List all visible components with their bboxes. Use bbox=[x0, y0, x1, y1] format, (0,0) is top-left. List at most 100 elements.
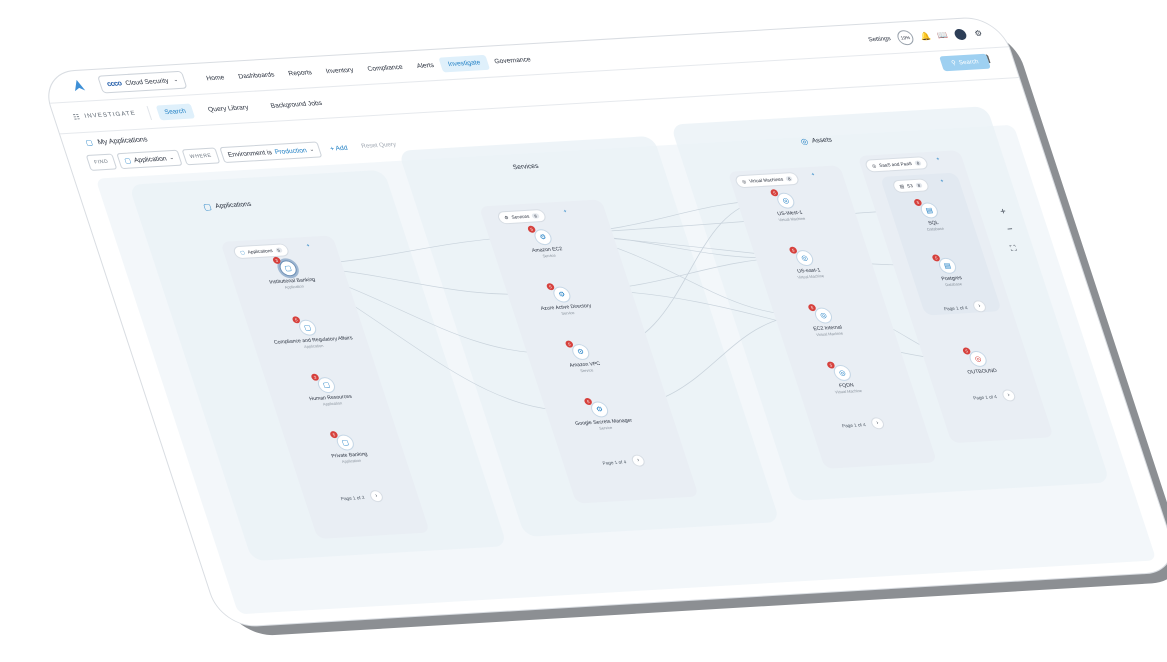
gear-icon[interactable]: ⚙ bbox=[972, 28, 985, 39]
where-keyword: WHERE bbox=[181, 147, 221, 166]
node-us-west-1[interactable]: ◎ 5 US-West-1 Virtual Machine bbox=[745, 189, 830, 224]
nav-inventory[interactable]: Inventory bbox=[316, 62, 362, 79]
section-title-label: INVESTIGATE bbox=[83, 110, 138, 120]
gears-icon: ⚙ 5 bbox=[583, 397, 611, 418]
s3-chip-count: 8 bbox=[914, 182, 923, 188]
nav-dashboards[interactable]: Dashboards bbox=[229, 67, 284, 85]
globe-icon: ◎ 5 bbox=[769, 189, 797, 210]
node-human-resources[interactable]: ▢ 3 Human Resources Application bbox=[286, 373, 371, 408]
window-icon: ▢ 3 bbox=[272, 256, 299, 277]
score-badge[interactable]: 19% bbox=[895, 29, 916, 46]
node-outbound[interactable]: ◎ 5 OUTBOUND bbox=[938, 347, 1021, 377]
filter-value: Production bbox=[273, 146, 308, 156]
link bbox=[560, 208, 917, 235]
entity-select[interactable]: ▢ Application ⌄ bbox=[115, 149, 183, 170]
query-name[interactable]: My Applications bbox=[97, 136, 149, 146]
tab-search[interactable]: Search bbox=[155, 103, 196, 120]
pager-label: Page 1 of 4 bbox=[972, 393, 998, 401]
tab-background-jobs[interactable]: Background Jobs bbox=[261, 95, 331, 114]
node-sql[interactable]: ▤ 5 SQL Database bbox=[889, 198, 974, 233]
search-button[interactable]: ⚲ Search bbox=[939, 53, 991, 72]
node-postgres[interactable]: ▤ 5 Postgres Database bbox=[907, 254, 992, 289]
assets-title-label: Assets bbox=[810, 136, 834, 145]
filter-condition[interactable]: Environment is Production ⌄ bbox=[219, 141, 323, 164]
settings-link[interactable]: Settings bbox=[868, 36, 892, 43]
brand-logo-icon[interactable] bbox=[69, 79, 88, 94]
nav-reports[interactable]: Reports bbox=[279, 64, 321, 81]
node-ec2-internal[interactable]: ◎ 5 EC2 Internal Virtual Machine bbox=[783, 303, 868, 338]
nav-governance[interactable]: Governance bbox=[485, 51, 540, 69]
window-icon: ▢ bbox=[123, 157, 133, 165]
tenant-logo: ccco bbox=[105, 79, 123, 88]
applications-title-label: Applications bbox=[214, 200, 253, 210]
node-us-east-1[interactable]: ◎ 5 US-east-1 Virtual Machine bbox=[764, 246, 849, 281]
applications-chip-label: Applications bbox=[246, 248, 274, 255]
window-icon: ▢ bbox=[239, 249, 246, 255]
gears-icon: ⚙ bbox=[503, 214, 510, 220]
tab-query-library[interactable]: Query Library bbox=[199, 99, 258, 117]
node-fqdn[interactable]: ◎ 5 FQDN Virtual Machine bbox=[802, 361, 887, 396]
nav-compliance[interactable]: Compliance bbox=[358, 59, 412, 77]
investigate-icon: ☷ bbox=[72, 114, 83, 122]
avatar[interactable] bbox=[953, 28, 968, 41]
node-amazon-ec2[interactable]: ⚙ 5 Amazon EC2 Service bbox=[503, 225, 588, 260]
s3-pager: Page 1 of 4 › bbox=[942, 300, 988, 314]
database-icon: ▤ bbox=[898, 183, 905, 189]
assets-title: ◎ Assets bbox=[799, 135, 833, 146]
saas-chip-count: 8 bbox=[914, 160, 923, 166]
reset-query-button[interactable]: Reset Query bbox=[361, 142, 397, 150]
services-chip[interactable]: ⚙ Services 8 bbox=[496, 208, 547, 225]
add-filter-button[interactable]: + Add bbox=[329, 144, 348, 152]
outbound-pager: Page 1 of 4 › bbox=[971, 389, 1017, 403]
node-compliance-regulatory[interactable]: ▢ 5 Compliance and Regulatory Affairs App… bbox=[267, 316, 354, 351]
nav-alerts[interactable]: Alerts bbox=[407, 57, 443, 74]
window-icon: ▢ 5 bbox=[329, 430, 357, 451]
node-azure-ad[interactable]: ⚙ 5 Azure Active Directory Service bbox=[522, 283, 607, 317]
node-google-secrets[interactable]: ⚙ 5 Google Secrets Manager Service bbox=[559, 397, 644, 432]
services-chip-count: 8 bbox=[531, 213, 540, 219]
app-window: ccco Cloud Security ⌄ Home Dashboards Re… bbox=[40, 16, 1167, 628]
globe-icon: ◎ bbox=[871, 162, 877, 168]
node-institutional-banking[interactable]: ▢ 3 Institutional Banking Application bbox=[248, 256, 333, 291]
globe-icon: ◎ bbox=[799, 136, 810, 147]
saas-chip-label: SaaS and PaaS bbox=[878, 161, 913, 168]
node-amazon-vpc[interactable]: ⚙ 5 Amazon VPC Service bbox=[540, 340, 625, 375]
book-icon[interactable]: 📖 bbox=[936, 30, 949, 41]
services-title-label: Services bbox=[511, 162, 540, 172]
tenant-label: Cloud Security bbox=[124, 77, 170, 87]
tenant-selector[interactable]: ccco Cloud Security ⌄ bbox=[97, 70, 189, 94]
entity-select-value: Application bbox=[132, 154, 168, 164]
node-private-banking[interactable]: ▢ 5 Private Banking Application bbox=[305, 430, 390, 465]
nav-investigate[interactable]: Investigate bbox=[438, 54, 490, 72]
globe-icon: ◎ 5 bbox=[826, 361, 854, 382]
window-icon: ▢ bbox=[202, 202, 213, 212]
add-filter-label: Add bbox=[334, 144, 349, 152]
search-button-label: Search bbox=[958, 58, 980, 66]
applications-pager: Page 1 of 2 › bbox=[339, 489, 385, 504]
database-icon: ▤ 5 bbox=[931, 254, 959, 275]
globe-icon: ◎ 5 bbox=[788, 246, 816, 267]
device-screen: ccco Cloud Security ⌄ Home Dashboards Re… bbox=[40, 16, 1167, 628]
s3-chip-label: S3 bbox=[906, 183, 914, 189]
stage: ccco Cloud Security ⌄ Home Dashboards Re… bbox=[0, 0, 1167, 662]
graph-canvas[interactable]: ▢ Applications ▢ Applications 5 ⌖ ▢ 3 Ins… bbox=[95, 106, 1157, 615]
vm-pager: Page 1 of 4 › bbox=[840, 417, 886, 431]
s3-chip[interactable]: ▤ S3 8 bbox=[891, 178, 931, 194]
globe-icon: ◎ 5 bbox=[807, 303, 835, 324]
bell-icon[interactable]: 🔔 bbox=[919, 31, 932, 42]
database-icon: ▤ 5 bbox=[913, 198, 941, 219]
top-right-tools: Settings 19% 🔔 📖 ⚙ bbox=[866, 26, 986, 48]
gears-icon: ⚙ 5 bbox=[545, 283, 573, 303]
services-title: Services bbox=[512, 163, 540, 171]
find-keyword: FIND bbox=[85, 153, 118, 171]
nav-home[interactable]: Home bbox=[197, 69, 234, 86]
gears-icon: ⚙ 5 bbox=[564, 340, 592, 361]
pager-label: Page 1 of 4 bbox=[943, 304, 969, 311]
globe-icon: ◎ 5 bbox=[961, 347, 989, 368]
vm-chip-label: Virtual Machines bbox=[748, 176, 784, 184]
window-icon: ▢ 5 bbox=[291, 316, 319, 337]
section-title: ☷ INVESTIGATE bbox=[71, 106, 152, 125]
query-title: ▢ My Applications bbox=[85, 135, 149, 147]
window-icon: ▢ bbox=[84, 139, 94, 147]
chevron-down-icon: ⌄ bbox=[168, 154, 175, 162]
